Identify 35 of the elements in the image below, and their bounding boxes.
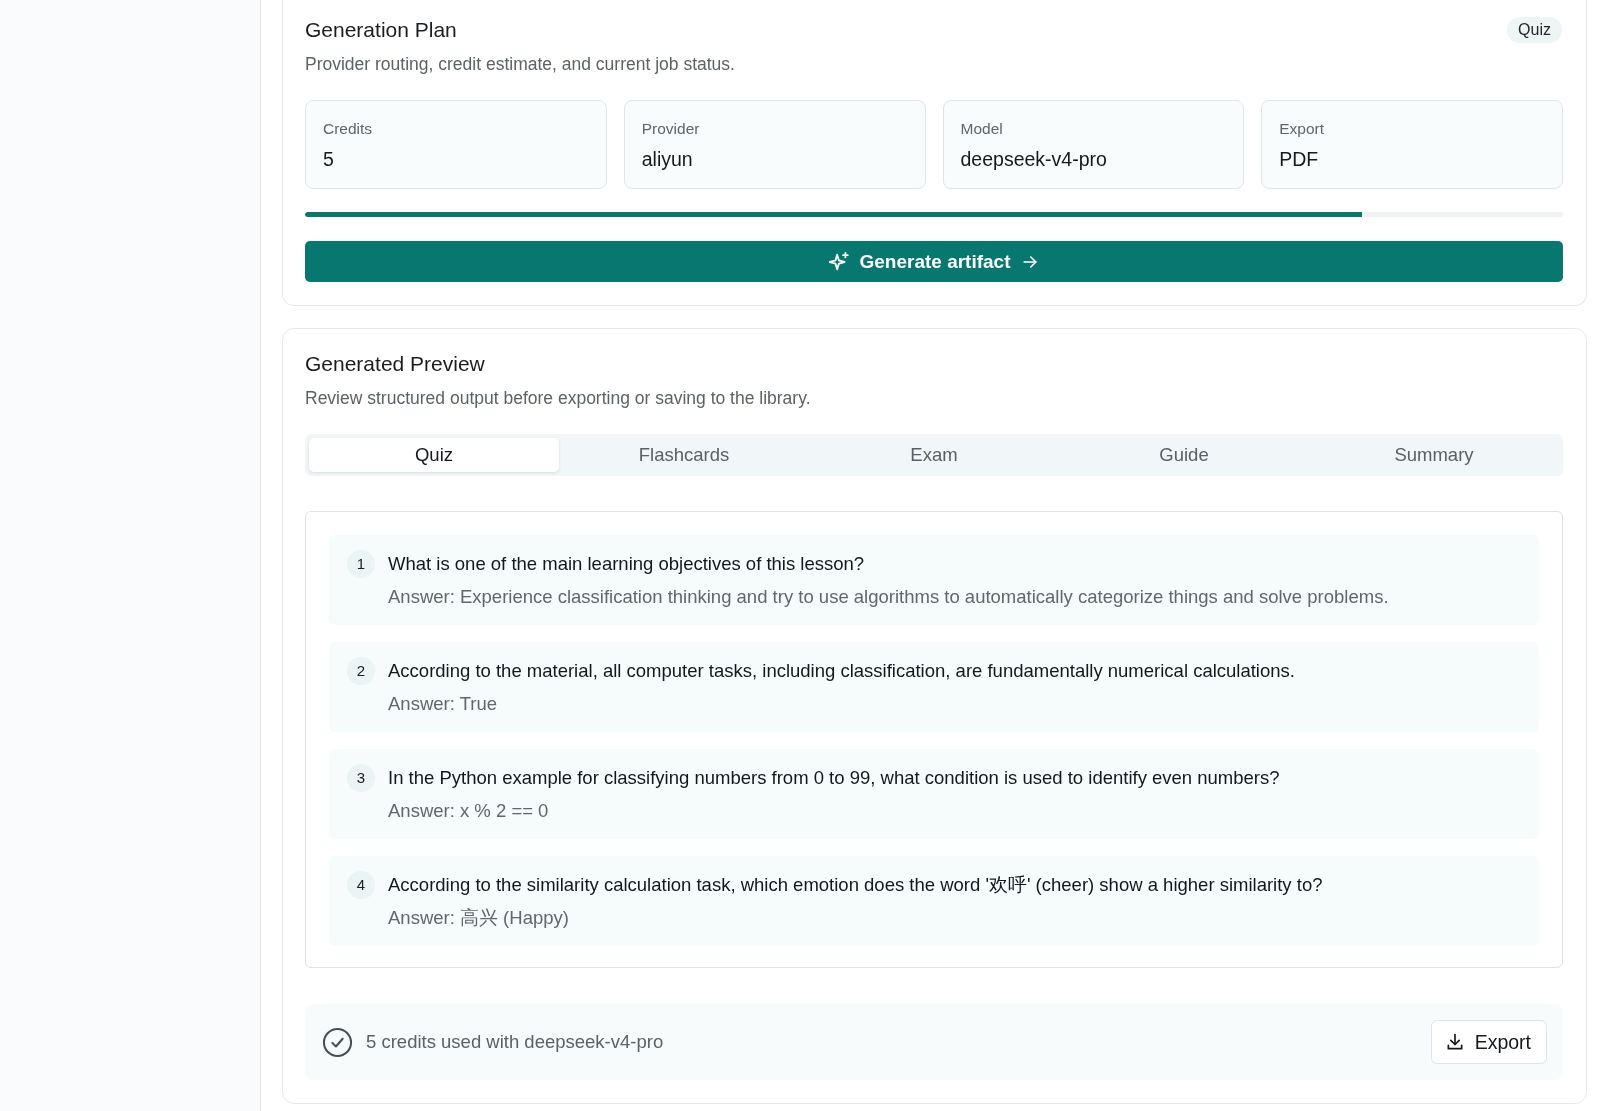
answer-text: Answer: x % 2 == 0 bbox=[388, 799, 550, 823]
generate-button[interactable]: Generate artifact bbox=[305, 241, 1563, 282]
question-number: 2 bbox=[347, 657, 375, 685]
question-text: In the Python example for classifying numbers from 0 to 99, what condition is used to identify even numbers? bbox=[388, 766, 1280, 790]
answer-text: Answer: 高兴 (Happy) bbox=[388, 906, 570, 930]
check-circle-icon bbox=[322, 1026, 353, 1058]
section-title: Generated Preview bbox=[305, 351, 486, 377]
question-number: 1 bbox=[347, 550, 375, 578]
question-text: According to the similarity calculation task, which emotion does the word '欢呼' (cheer) show a higher similarity to? bbox=[388, 873, 1323, 897]
export-button[interactable]: Export bbox=[1430, 1020, 1547, 1064]
tab[interactable]: Flashcards bbox=[559, 438, 809, 472]
stat-value: 5 bbox=[323, 147, 335, 171]
stat-label: Provider bbox=[641, 119, 701, 139]
section-subtitle: Provider routing, credit estimate, and current job status. bbox=[305, 53, 736, 76]
answer-text: Answer: True bbox=[388, 692, 498, 716]
tab[interactable]: Guide bbox=[1059, 438, 1309, 472]
tab[interactable]: Summary bbox=[1309, 438, 1559, 472]
stat-value: PDF bbox=[1279, 147, 1320, 171]
stat-label: Credits bbox=[323, 119, 374, 139]
question-text: What is one of the main learning objectives of this lesson? bbox=[388, 552, 866, 576]
section-title: Generation Plan bbox=[305, 17, 457, 43]
answer-text: Answer: Experience classification thinking and try to use algorithms to automatically categorize things and solve problems. bbox=[388, 585, 1389, 609]
sparkle-icon bbox=[828, 250, 851, 273]
question-text: According to the material, all computer tasks, including classification, are fundamentally numerical calculations. bbox=[388, 659, 1295, 683]
status-text: 5 credits used with deepseek-v4-pro bbox=[366, 1031, 664, 1053]
tab[interactable]: Quiz bbox=[309, 438, 559, 472]
stat-value: aliyun bbox=[641, 147, 694, 171]
stat-label: Model bbox=[960, 119, 1004, 139]
stat-label: Export bbox=[1279, 119, 1326, 139]
question-number: 4 bbox=[347, 871, 375, 899]
tab[interactable]: Exam bbox=[809, 438, 1059, 472]
section-subtitle: Review structured output before exporting or saving to the library. bbox=[305, 387, 812, 410]
type-badge: Quiz bbox=[1507, 17, 1562, 43]
stat-value: deepseek-v4-pro bbox=[960, 147, 1108, 171]
question-number: 3 bbox=[347, 764, 375, 792]
